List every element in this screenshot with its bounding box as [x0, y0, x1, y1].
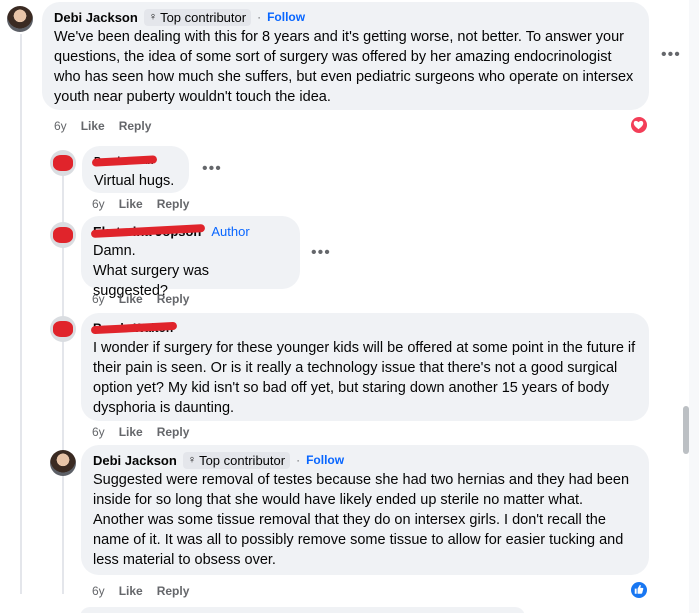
- author-name[interactable]: Debi Jackson: [54, 9, 138, 26]
- scrollbar-thumb[interactable]: [683, 406, 689, 454]
- timestamp[interactable]: 6y: [92, 292, 105, 306]
- top-contributor-badge: ♀ Top contributor: [182, 452, 291, 469]
- comment-bubble: Ekaterina Jopson Author Damn. What surge…: [81, 216, 300, 299]
- comment-text: I wonder if surgery for these younger ki…: [93, 340, 636, 416]
- next-comment-bubble: [80, 607, 525, 613]
- comment-text: We've been dealing with this for 8 years…: [54, 29, 634, 105]
- reply-button[interactable]: Reply: [157, 425, 190, 439]
- comment-bubble: Ronda Walton I wonder if surgery for the…: [81, 313, 649, 421]
- like-button[interactable]: Like: [119, 584, 143, 598]
- avatar[interactable]: [50, 222, 76, 248]
- more-options-icon[interactable]: •••: [202, 161, 222, 177]
- comment-actions: 6y Like Reply: [92, 197, 189, 211]
- thread-line: [20, 34, 22, 594]
- author-name[interactable]: Ekaterina Jopson: [93, 223, 201, 240]
- like-button[interactable]: Like: [119, 197, 143, 211]
- author-name[interactable]: Brook Nolan: [94, 153, 153, 170]
- avatar[interactable]: [50, 150, 76, 176]
- medal-icon: ♀: [187, 454, 197, 466]
- top-contributor-badge: ♀ Top contributor: [143, 9, 252, 26]
- avatar[interactable]: [7, 6, 33, 32]
- follow-button[interactable]: Follow: [306, 452, 344, 469]
- like-button[interactable]: Like: [81, 119, 105, 133]
- like-reaction-icon[interactable]: [630, 581, 648, 599]
- reply-button[interactable]: Reply: [157, 584, 190, 598]
- avatar[interactable]: [50, 450, 76, 476]
- comment-text: Suggested were removal of testes because…: [93, 472, 630, 568]
- author-name[interactable]: Debi Jackson: [93, 452, 177, 469]
- medal-icon: ♀: [148, 11, 158, 23]
- separator-dot: ·: [257, 10, 262, 24]
- scroll-track: [689, 0, 699, 613]
- timestamp[interactable]: 6y: [54, 119, 67, 133]
- comment-bubble: Brook Nolan Virtual hugs.: [82, 146, 189, 193]
- reply-button[interactable]: Reply: [119, 119, 152, 133]
- comment-text: Virtual hugs.: [94, 173, 175, 189]
- comment-actions: 6y Like Reply: [92, 425, 189, 439]
- like-button[interactable]: Like: [119, 425, 143, 439]
- follow-button[interactable]: Follow: [267, 9, 305, 26]
- reply-button[interactable]: Reply: [157, 292, 190, 306]
- comment-actions: 6y Like Reply: [54, 119, 151, 133]
- like-button[interactable]: Like: [119, 292, 143, 306]
- comment-text-line: Damn.: [93, 243, 136, 259]
- author-tag: Author: [211, 224, 250, 239]
- comment-actions: 6y Like Reply: [92, 584, 189, 598]
- timestamp[interactable]: 6y: [92, 425, 105, 439]
- reply-button[interactable]: Reply: [157, 197, 190, 211]
- timestamp[interactable]: 6y: [92, 584, 105, 598]
- more-options-icon[interactable]: •••: [661, 47, 681, 63]
- comment-bubble: Debi Jackson ♀ Top contributor · Follow W…: [42, 2, 649, 110]
- avatar[interactable]: [50, 316, 76, 342]
- timestamp[interactable]: 6y: [92, 197, 105, 211]
- more-options-icon[interactable]: •••: [311, 245, 331, 261]
- comment-bubble: Debi Jackson ♀ Top contributor · Follow S…: [81, 445, 649, 575]
- author-name[interactable]: Ronda Walton: [93, 320, 173, 337]
- comment-actions: 6y Like Reply: [92, 292, 189, 306]
- love-reaction-icon[interactable]: [630, 116, 648, 134]
- separator-dot: ·: [296, 453, 301, 467]
